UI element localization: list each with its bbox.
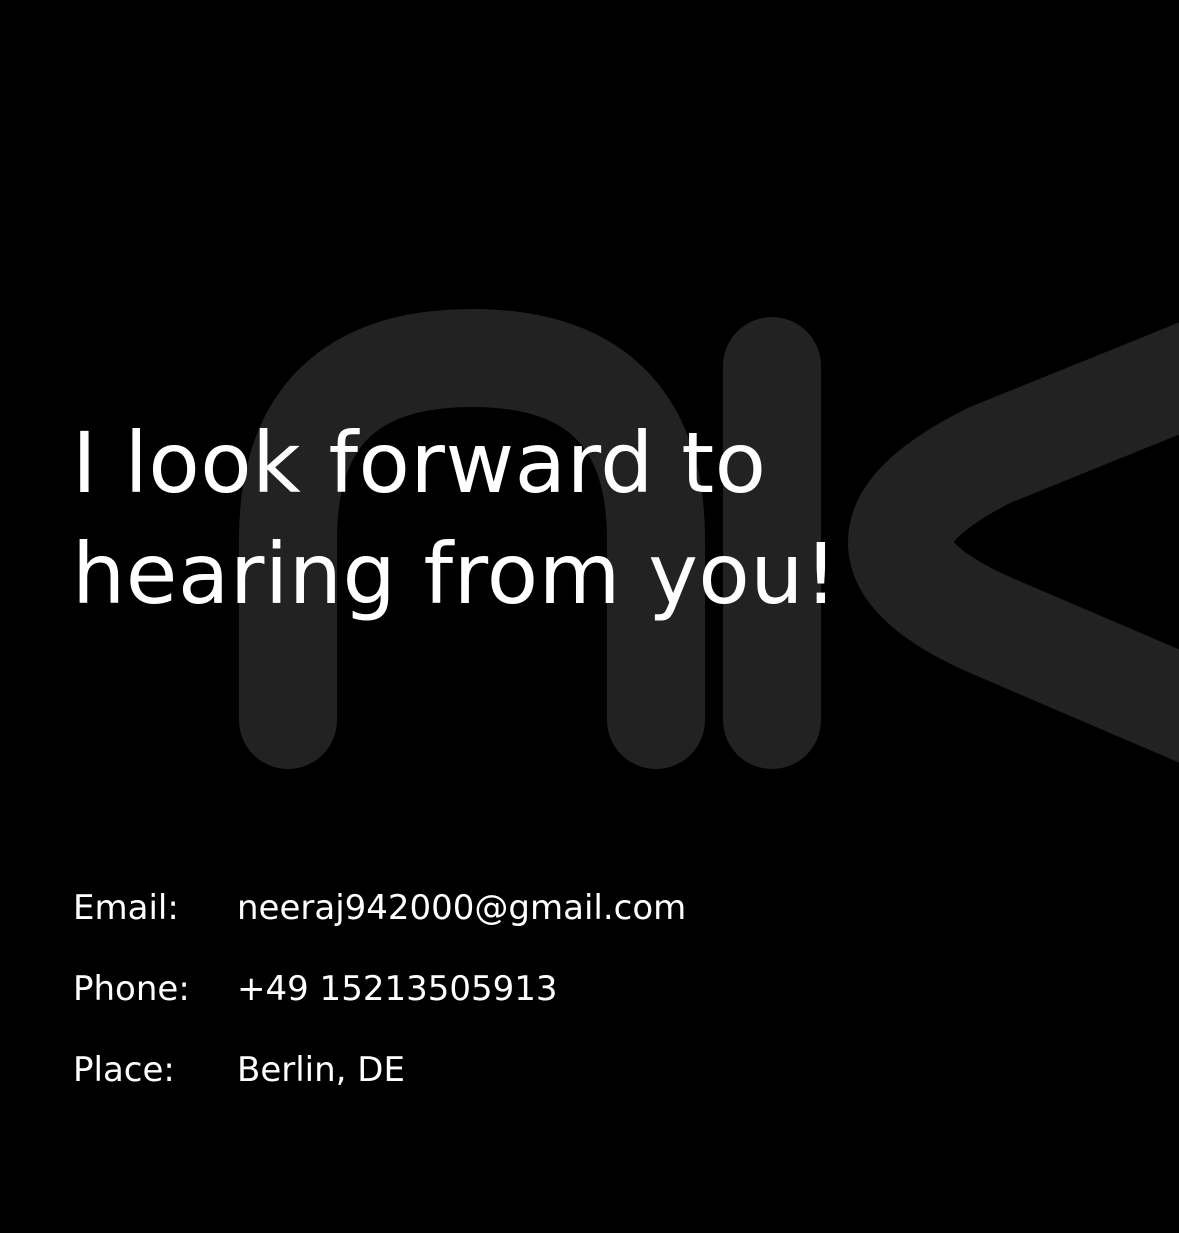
place-label: Place: [73, 1050, 175, 1090]
email-label: Email: [73, 888, 179, 928]
page-headline: I look forward to hearing from you! [72, 408, 838, 630]
contact-row-email: Email: neeraj942000@gmail.com [73, 884, 686, 965]
place-value: Berlin, DE [237, 1050, 405, 1090]
email-link[interactable]: neeraj942000@gmail.com [237, 884, 686, 932]
logo-k-chevron [848, 322, 1179, 763]
contact-row-phone: Phone: +49 15213505913 [73, 965, 686, 1046]
contact-row-place: Place: Berlin, DE [73, 1046, 686, 1127]
phone-link[interactable]: +49 15213505913 [237, 965, 558, 1013]
phone-label: Phone: [73, 969, 190, 1009]
contact-details: Email: neeraj942000@gmail.com Phone: +49… [73, 884, 686, 1127]
headline-line-1: I look forward to [72, 414, 767, 512]
headline-line-2: hearing from you! [72, 525, 839, 623]
